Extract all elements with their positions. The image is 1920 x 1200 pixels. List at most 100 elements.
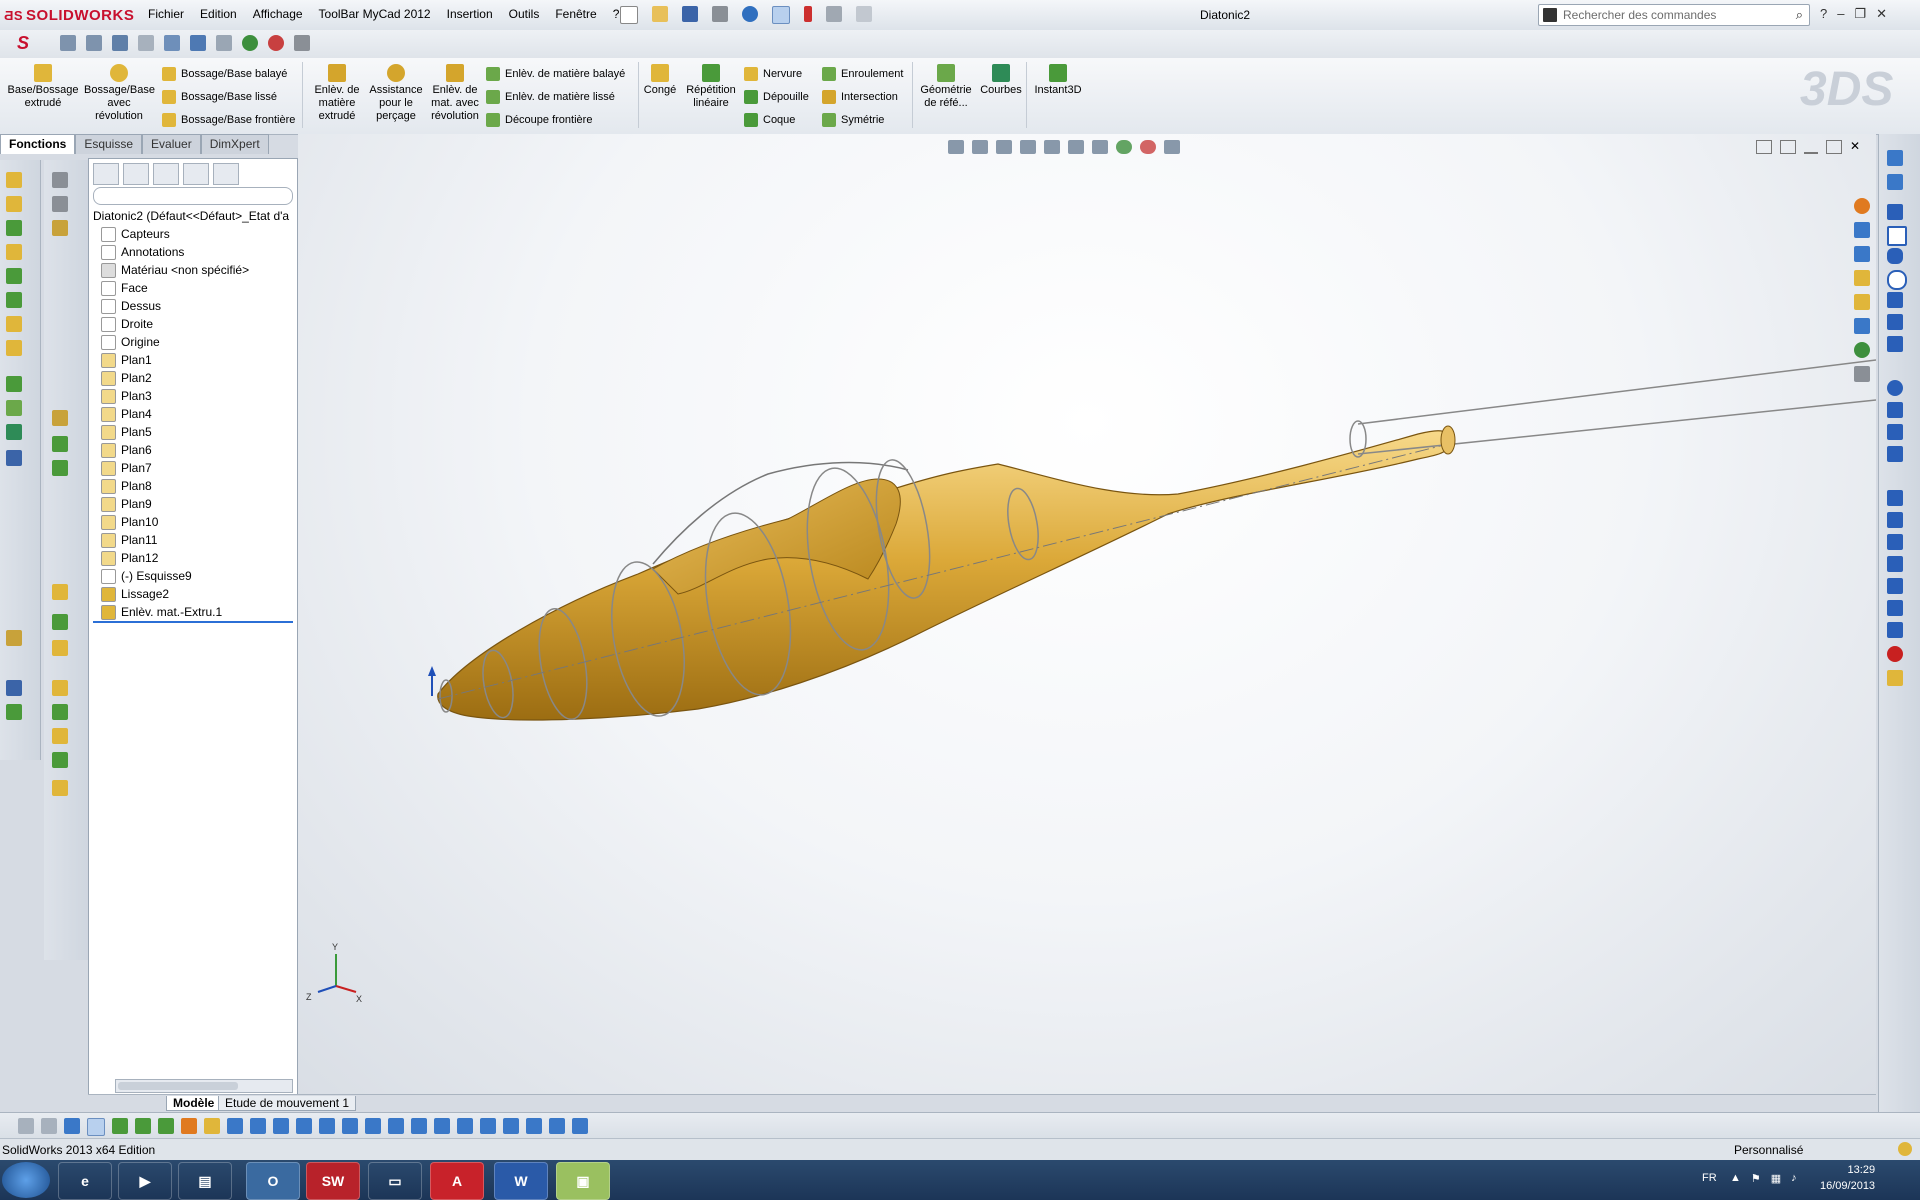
search-commands-field[interactable]: Rechercher des commandes ⌕ (1538, 4, 1810, 26)
appearances-icon[interactable] (1854, 342, 1870, 358)
viewport-tile2-icon[interactable] (1780, 140, 1796, 154)
property-manager-tab-icon[interactable] (123, 163, 149, 185)
tab-modele[interactable]: Modèle (166, 1096, 222, 1111)
select-icon[interactable] (87, 1118, 105, 1136)
file-explorer-taskbar-icon[interactable]: ▭ (368, 1162, 422, 1200)
sheet-metal-icon[interactable] (52, 614, 68, 630)
relations-icon[interactable] (6, 704, 22, 720)
network-icon[interactable]: ▦ (1771, 1172, 1781, 1185)
filter-cosmetic-threads-icon[interactable] (365, 1118, 381, 1134)
custom-properties-icon[interactable] (1854, 366, 1870, 382)
folder-icon[interactable] (1854, 294, 1870, 310)
view-settings-icon[interactable] (294, 35, 310, 51)
shell-icon[interactable] (6, 340, 22, 356)
tab-motion-study[interactable]: Etude de mouvement 1 (218, 1096, 357, 1111)
tree-item[interactable]: Plan3 (93, 387, 293, 405)
filter-faces-icon[interactable] (64, 1118, 80, 1134)
tree-item[interactable]: Plan8 (93, 477, 293, 495)
filter-reset-icon[interactable] (572, 1118, 588, 1134)
tree-item[interactable]: Dessus (93, 297, 293, 315)
rectangle-icon[interactable] (1887, 226, 1907, 246)
tree-item[interactable]: Matériau <non spécifié> (93, 261, 293, 279)
word-icon[interactable]: W (494, 1162, 548, 1200)
outlook-icon[interactable]: O (246, 1162, 300, 1200)
windows-start-icon[interactable] (2, 1162, 50, 1198)
move-entities-icon[interactable] (1887, 600, 1903, 616)
feature-tree-tab-icon[interactable] (93, 163, 119, 185)
tree-horizontal-scrollbar[interactable] (115, 1079, 293, 1093)
base-extrude-button[interactable]: Base/Bossage extrudé (6, 64, 80, 110)
view-palette-icon[interactable] (1854, 318, 1870, 334)
fastening-icon[interactable] (52, 680, 68, 696)
zoom-area-icon[interactable] (86, 35, 102, 51)
extruded-cut-button[interactable]: Enlèv. de matière extrudé (308, 64, 366, 123)
mirror-entities-icon[interactable] (1887, 556, 1903, 572)
surface-sweep-icon[interactable] (52, 220, 68, 236)
tree-item[interactable]: Origine (93, 333, 293, 351)
shell-button[interactable]: Coque (744, 113, 795, 127)
lofted-cut-button[interactable]: Enlèv. de matière lissé (486, 90, 615, 104)
print-icon[interactable] (712, 6, 728, 22)
tree-item[interactable]: Droite (93, 315, 293, 333)
zoom-fit-icon[interactable] (60, 35, 76, 51)
viewport-close-icon[interactable]: ✕ (1850, 140, 1864, 152)
menu-toolbar-mycad[interactable]: ToolBar MyCad 2012 (311, 7, 439, 21)
tree-item[interactable]: Enlèv. mat.-Extru.1 (93, 603, 293, 623)
slot-icon[interactable] (1887, 248, 1903, 264)
deform-icon[interactable] (52, 780, 68, 796)
solidworks-taskbar-icon[interactable]: SW (306, 1162, 360, 1200)
fillet-button[interactable]: Congé (642, 64, 678, 97)
cut-icon[interactable] (6, 268, 22, 284)
open-folder-icon[interactable] (652, 6, 668, 22)
save-icon[interactable] (682, 6, 698, 22)
swept-cut-button[interactable]: Enlèv. de matière balayé (486, 67, 625, 81)
surface-revolve-icon[interactable] (52, 196, 68, 212)
tray-expand-icon[interactable]: ▲ (1730, 1172, 1741, 1185)
tab-evaluer[interactable]: Evaluer (142, 134, 201, 154)
view-orientation-icon[interactable] (1044, 140, 1060, 154)
tree-item[interactable]: Lissage2 (93, 585, 293, 603)
weldment-icon[interactable] (52, 640, 68, 656)
scene-icon[interactable] (268, 35, 284, 51)
split-line-icon[interactable] (52, 704, 68, 720)
viewport-minimize-icon[interactable] (1804, 140, 1818, 154)
filter-planes-icon[interactable] (135, 1118, 151, 1134)
configuration-tab-icon[interactable] (153, 163, 179, 185)
tab-esquisse[interactable]: Esquisse (75, 134, 143, 154)
help-icon[interactable]: ? (1820, 6, 1827, 22)
pattern-icon[interactable] (6, 376, 22, 392)
swept-boss-button[interactable]: Bossage/Base balayé (162, 67, 287, 81)
tree-root[interactable]: Diatonic2 (Défaut<<Défaut>_Etat d'a (93, 207, 293, 225)
tree-item[interactable]: Plan2 (93, 369, 293, 387)
new-document-icon[interactable] (620, 6, 638, 24)
file-explorer-icon[interactable] (1854, 246, 1870, 262)
previous-view-icon[interactable] (112, 35, 128, 51)
system-clock[interactable]: 13:29 16/09/2013 (1820, 1162, 1875, 1194)
filter-gtol-icon[interactable] (273, 1118, 289, 1134)
dome-icon[interactable] (52, 728, 68, 744)
smart-dimension-icon[interactable] (1887, 174, 1903, 190)
search-results-icon[interactable] (1854, 270, 1870, 286)
mirror-button[interactable]: Symétrie (822, 113, 884, 127)
solidworks-logo[interactable]: ƋS SOLIDWORKS (4, 4, 134, 26)
offset-entities-icon[interactable] (1887, 534, 1903, 550)
filter-datum-icon[interactable] (296, 1118, 312, 1134)
curves-icon[interactable] (6, 424, 22, 440)
hole-wizard-button[interactable]: Assistance pour le perçage (368, 64, 424, 123)
draft-button[interactable]: Dépouille (744, 90, 809, 104)
display-style-icon[interactable] (190, 35, 206, 51)
spline-icon[interactable] (1887, 314, 1903, 330)
tree-item[interactable]: Plan9 (93, 495, 293, 513)
previous-view-icon[interactable] (996, 140, 1012, 154)
rebuild-icon[interactable] (804, 6, 812, 22)
appearance-icon[interactable] (242, 35, 258, 51)
reference-geometry-button[interactable]: Géométrie de réfé... (916, 64, 976, 110)
curves-button[interactable]: Courbes (978, 64, 1024, 97)
filter-blocks-icon[interactable] (503, 1118, 519, 1134)
hide-show-icon[interactable] (216, 35, 232, 51)
wrap-button[interactable]: Enroulement (822, 67, 903, 81)
text-icon[interactable] (1887, 446, 1903, 462)
zoom-area-icon[interactable] (972, 140, 988, 154)
zoom-fit-icon[interactable] (948, 140, 964, 154)
action-center-icon[interactable]: ⚑ (1751, 1172, 1761, 1185)
